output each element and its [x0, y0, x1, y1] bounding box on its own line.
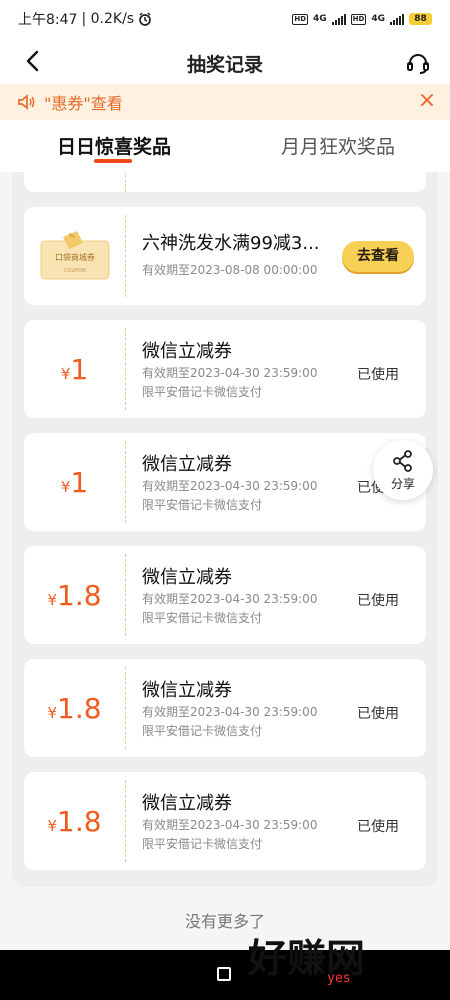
- coupon-image: 口袋商城券 COUPON: [24, 207, 125, 305]
- close-icon[interactable]: ×: [414, 88, 440, 114]
- amount-value: 1.8: [57, 578, 102, 612]
- coupon-expiry: 有效期至2023-04-30 23:59:00: [142, 592, 318, 606]
- coupon-card-partial: [24, 172, 426, 192]
- tab-monthly[interactable]: 月月狂欢奖品: [281, 132, 395, 159]
- amount-value: 1: [70, 465, 89, 499]
- coupon-image-sub: COUPON: [64, 268, 86, 274]
- coupon-title: 微信立减券: [142, 454, 232, 475]
- active-tab-indicator: [94, 159, 132, 163]
- coupon-expiry: 有效期至2023-04-30 23:59:00: [142, 818, 318, 832]
- tab-daily[interactable]: 日日惊喜奖品: [57, 132, 171, 159]
- amount-value: 1.8: [57, 691, 102, 725]
- coupon-amount: ¥1.8: [24, 546, 125, 644]
- card-separator: [125, 667, 126, 749]
- coupon-title: 微信立减券: [142, 341, 232, 362]
- recent-apps-icon[interactable]: [217, 967, 231, 981]
- currency-symbol: ¥: [60, 364, 71, 383]
- share-icon: [393, 450, 412, 472]
- page-title: 抽奖记录: [186, 54, 263, 76]
- signal-icon-2: [390, 13, 404, 25]
- network-label-1: 4G: [313, 14, 327, 24]
- coupon-card[interactable]: ¥1.8 微信立减券 有效期至2023-04-30 23:59:00 限平安借记…: [24, 546, 426, 644]
- coupon-expiry: 有效期至2023-04-30 23:59:00: [142, 705, 318, 719]
- coupon-image-label: 口袋商城券: [55, 252, 95, 262]
- coupon-limit: 限平安借记卡微信支付: [142, 498, 263, 512]
- amount-value: 1: [70, 352, 89, 386]
- coupon-expiry: 有效期至2023-04-30 23:59:00: [142, 366, 318, 380]
- coupon-card[interactable]: ¥1.8 微信立减券 有效期至2023-04-30 23:59:00 限平安借记…: [24, 772, 426, 870]
- status-bar: 上午8:47 | 0.2K/s HD 4G HD 4G 88: [0, 0, 450, 38]
- card-separator: [125, 554, 126, 636]
- speaker-icon: [18, 94, 35, 110]
- coupon-status: 已使用: [357, 706, 399, 722]
- network-label-2: 4G: [371, 14, 385, 24]
- coupon-limit: 限平安借记卡微信支付: [142, 837, 263, 851]
- hd-badge-1: HD: [292, 13, 309, 25]
- currency-symbol: ¥: [60, 477, 71, 496]
- currency-symbol: ¥: [47, 590, 57, 609]
- coupon-card[interactable]: ¥1.8 微信立减券 有效期至2023-04-30 23:59:00 限平安借记…: [24, 659, 426, 757]
- coupon-title: 微信立减券: [142, 793, 232, 814]
- coupon-expiry: 有效期至2023-04-30 23:59:00: [142, 479, 318, 493]
- coupon-amount: ¥1: [24, 320, 125, 418]
- coupon-card-goods[interactable]: 口袋商城券 COUPON 六神洗发水满99减3... 有效期至2023-08-0…: [24, 207, 426, 305]
- top-nav: 抽奖记录: [0, 38, 450, 84]
- battery-icon: 88: [409, 13, 432, 25]
- signal-icon-1: [331, 13, 346, 25]
- coupon-limit: 限平安借记卡微信支付: [142, 724, 263, 738]
- card-separator: [125, 172, 126, 192]
- coupon-limit: 限平安借记卡微信支付: [142, 385, 263, 399]
- share-button[interactable]: 分享: [373, 440, 433, 500]
- coupon-title: 微信立减券: [142, 680, 232, 701]
- prize-tabs: 日日惊喜奖品 月月狂欢奖品: [0, 120, 450, 172]
- card-separator: [125, 780, 126, 862]
- watermark-logo: 好赚网 zhuanyes.com: [245, 922, 450, 1000]
- coupon-title: 六神洗发水满99减3...: [142, 233, 320, 254]
- share-label: 分享: [390, 477, 415, 491]
- coupon-card[interactable]: ¥1 微信立减券 有效期至2023-04-30 23:59:00 限平安借记卡微…: [24, 320, 426, 418]
- currency-symbol: ¥: [47, 816, 57, 835]
- headset-icon[interactable]: [405, 50, 431, 76]
- currency-symbol: ¥: [47, 703, 57, 722]
- alarm-icon: [139, 12, 151, 26]
- coupon-title: 微信立减券: [142, 567, 232, 588]
- view-coupon-button[interactable]: 去查看: [342, 241, 414, 272]
- watermark-domain: zhuanyes.com: [288, 971, 382, 986]
- coupon-amount: ¥1.8: [24, 772, 125, 870]
- coupon-amount: ¥1: [24, 433, 125, 531]
- coupon-status: 已使用: [357, 367, 399, 383]
- status-speed: | 0.2K/s: [81, 11, 135, 27]
- coupon-limit: 限平安借记卡微信支付: [142, 611, 263, 625]
- card-separator: [125, 441, 126, 523]
- coupon-amount: ¥1.8: [24, 659, 125, 757]
- status-time: 上午8:47: [18, 12, 78, 28]
- notice-text: "惠券"查看: [44, 94, 123, 113]
- hd-badge-2: HD: [350, 13, 367, 25]
- coupon-card[interactable]: ¥1 微信立减券 有效期至2023-04-30 23:59:00 限平安借记卡微…: [24, 433, 426, 531]
- coupon-status: 已使用: [357, 819, 399, 835]
- card-separator: [125, 215, 126, 297]
- coupon-expiry: 有效期至2023-08-08 00:00:00: [142, 263, 318, 277]
- card-separator: [125, 328, 126, 410]
- notice-bar[interactable]: "惠券"查看 ×: [0, 84, 450, 120]
- coupon-list[interactable]: 口袋商城券 COUPON 六神洗发水满99减3... 有效期至2023-08-0…: [12, 172, 438, 887]
- coupon-status: 已使用: [357, 593, 399, 609]
- amount-value: 1.8: [57, 804, 102, 838]
